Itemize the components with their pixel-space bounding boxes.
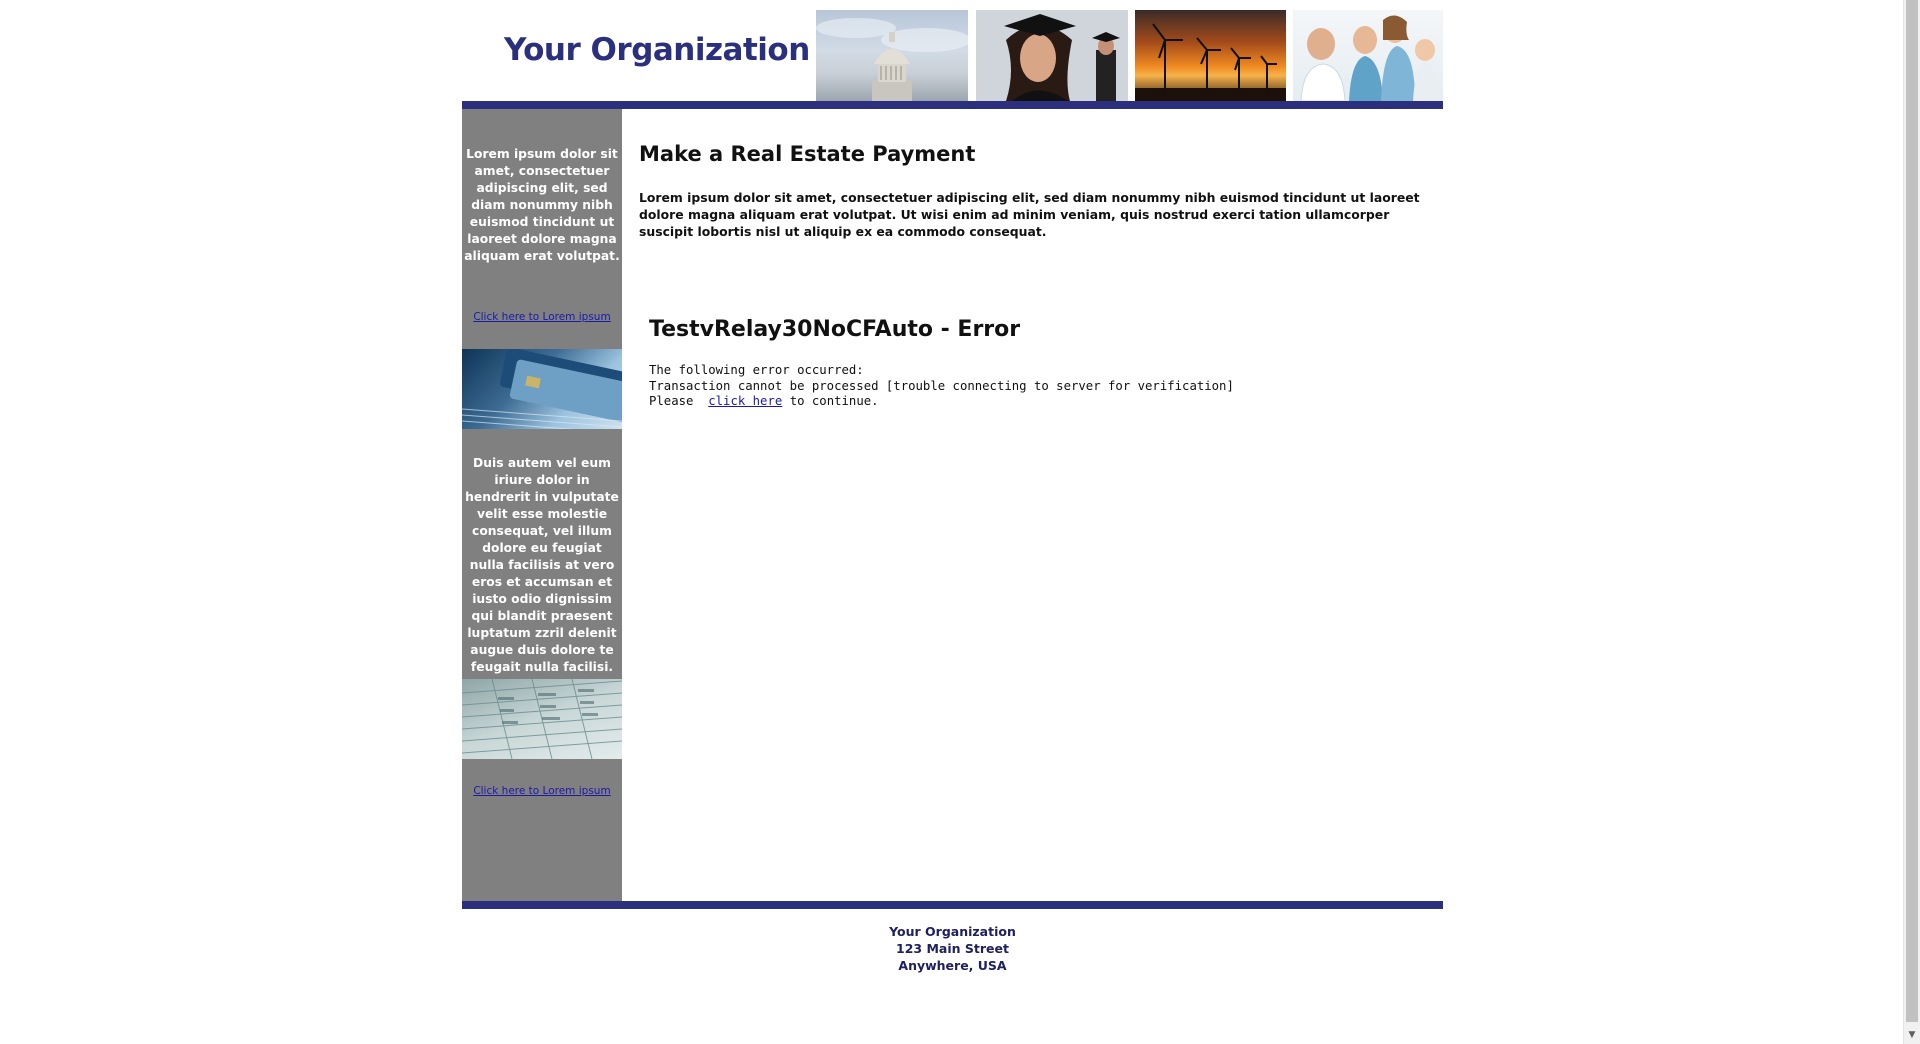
credit-cards-photo bbox=[462, 349, 622, 429]
sidebar: Lorem ipsum dolor sit amet, consectetuer… bbox=[462, 109, 622, 901]
footer-divider-bar bbox=[462, 901, 1443, 909]
family-doctor-photo bbox=[1293, 10, 1443, 101]
sidebar-link-1-wrapper: Click here to Lorem ipsum bbox=[462, 311, 622, 323]
error-message-block: The following error occurred: Transactio… bbox=[649, 363, 1419, 410]
error-line-2: Transaction cannot be processed [trouble… bbox=[649, 378, 1234, 393]
sidebar-link-1[interactable]: Click here to Lorem ipsum bbox=[473, 311, 610, 323]
main-layout: Lorem ipsum dolor sit amet, consectetuer… bbox=[462, 109, 1443, 901]
error-continue-text: to continue. bbox=[789, 394, 879, 408]
click-here-link[interactable]: click here bbox=[708, 394, 782, 408]
page-title: Make a Real Estate Payment bbox=[639, 142, 976, 166]
capitol-building-photo bbox=[816, 10, 968, 101]
organization-logo: Your Organization bbox=[504, 32, 810, 68]
sidebar-link-2[interactable]: Click here to Lorem ipsum bbox=[473, 785, 610, 797]
ledger-photo bbox=[462, 679, 622, 759]
site-header: Your Organization bbox=[462, 0, 1443, 101]
header-divider-bar bbox=[462, 101, 1443, 109]
sidebar-text-1: Lorem ipsum dolor sit amet, consectetuer… bbox=[464, 147, 620, 263]
sidebar-link-2-wrapper: Click here to Lorem ipsum bbox=[462, 785, 622, 797]
intro-paragraph: Lorem ipsum dolor sit amet, consectetuer… bbox=[639, 190, 1420, 239]
page-wrapper: Your Organization Lorem ipsum dolor sit … bbox=[462, 0, 1443, 974]
site-footer: Your Organization 123 Main Street Anywhe… bbox=[462, 909, 1443, 974]
wind-turbines-photo bbox=[1135, 10, 1286, 101]
error-continue-line: Please click here to continue. bbox=[649, 394, 1419, 410]
scrollbar-thumb[interactable] bbox=[1906, 0, 1918, 1022]
error-line-1: The following error occurred: bbox=[649, 363, 864, 377]
graduate-photo bbox=[976, 10, 1128, 101]
vertical-scrollbar[interactable]: ▼ bbox=[1903, 0, 1920, 1044]
scroll-down-arrow-icon[interactable]: ▼ bbox=[1904, 1027, 1920, 1044]
footer-org-name: Your Organization bbox=[889, 924, 1016, 939]
sidebar-text-2: Duis autem vel eum iriure dolor in hendr… bbox=[465, 456, 619, 674]
footer-street: 123 Main Street bbox=[896, 941, 1009, 956]
footer-city: Anywhere, USA bbox=[898, 958, 1007, 973]
error-please-text: Please bbox=[649, 394, 694, 408]
error-title: TestvRelay30NoCFAuto - Error bbox=[649, 317, 1021, 342]
